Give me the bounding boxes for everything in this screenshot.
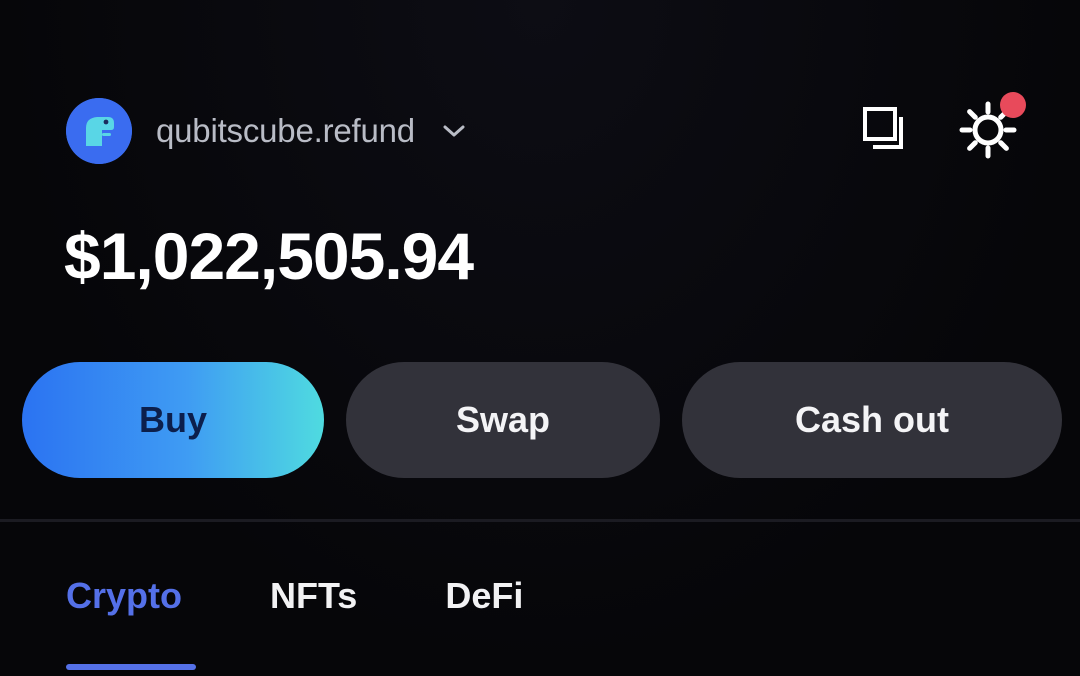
tab-defi[interactable]: DeFi xyxy=(445,575,523,617)
chevron-down-icon xyxy=(441,121,467,141)
buy-button[interactable]: Buy xyxy=(22,362,324,478)
asset-tabs: Crypto NFTs DeFi xyxy=(66,575,523,617)
wallet-screen: qubitscube.refund $1,022,505.94 Buy Swap… xyxy=(0,0,1080,676)
total-balance: $1,022,505.94 xyxy=(64,219,474,293)
action-buttons: Buy Swap Cash out xyxy=(22,362,1062,478)
dino-avatar-icon xyxy=(66,98,132,164)
copy-icon xyxy=(859,103,913,162)
header-actions xyxy=(854,92,1026,164)
tab-nfts[interactable]: NFTs xyxy=(270,575,357,617)
tab-crypto[interactable]: Crypto xyxy=(66,575,182,617)
swap-button[interactable]: Swap xyxy=(346,362,660,478)
notification-dot xyxy=(1000,92,1026,118)
cash-out-button[interactable]: Cash out xyxy=(682,362,1062,478)
copy-button[interactable] xyxy=(854,100,918,164)
settings-button[interactable] xyxy=(956,92,1026,164)
divider xyxy=(0,519,1080,522)
account-name: qubitscube.refund xyxy=(156,112,415,149)
account-selector[interactable]: qubitscube.refund xyxy=(66,98,467,164)
active-tab-indicator xyxy=(66,664,196,670)
